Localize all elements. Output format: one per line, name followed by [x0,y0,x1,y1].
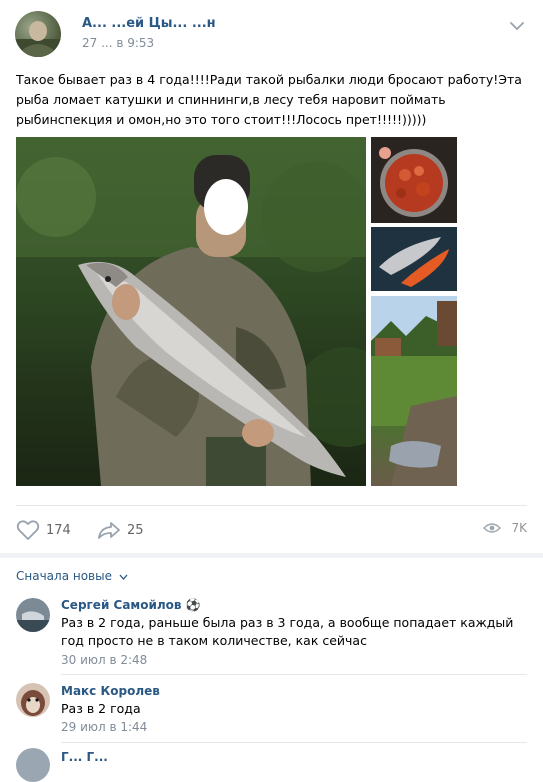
post-photo-caviar[interactable] [371,137,457,223]
heart-icon [16,520,40,540]
commenter-avatar[interactable] [16,683,50,717]
commenter-name[interactable]: Г... Г... [61,750,108,764]
soccer-ball-icon: ⚽ [185,598,201,612]
comment-text: Раз в 2 года [61,701,141,716]
views-count: 7K [511,521,527,535]
commenter-avatar[interactable] [16,748,50,782]
comment-date[interactable]: 29 июл в 1:44 [61,720,147,734]
post-photo-village[interactable] [371,296,457,486]
chevron-down-icon [119,574,128,580]
like-count: 174 [46,522,71,538]
commenter-name[interactable]: Макс Королев [61,684,160,698]
commenter-avatar[interactable] [16,598,50,632]
post-photo-fish-fillet[interactable] [371,227,457,291]
comment-date[interactable]: 30 июл в 2:48 [61,653,147,667]
post-timestamp[interactable]: 27 ... в 9:53 [82,36,154,50]
post-text: Такое бывает раз в 4 года!!!!Ради такой … [16,72,522,127]
share-arrow-icon [98,522,120,539]
share-button[interactable]: 25 [97,519,144,541]
comment-text: Раз в 2 года, раньше была раз в 3 года, … [61,615,514,648]
share-count: 25 [127,522,144,538]
comments-sort-dropdown[interactable]: Сначала новые [16,569,128,583]
eye-icon [483,523,502,533]
comment-divider [61,742,527,743]
sort-label: Сначала новые [16,569,112,583]
divider [16,505,527,506]
post-author-name[interactable]: А... ...ей Цы... ...н [82,16,216,31]
post-photo-main[interactable] [16,137,366,486]
chevron-down-icon[interactable] [509,18,525,34]
comment-divider [61,674,527,675]
section-separator [0,553,543,558]
like-button[interactable]: 174 [16,519,71,541]
author-avatar[interactable] [15,11,61,57]
views-counter: 7K [483,521,527,535]
commenter-name[interactable]: Сергей Самойлов ⚽ [61,598,201,612]
post-header: А... ...ей Цы... ...н 27 ... в 9:53 [0,0,543,64]
